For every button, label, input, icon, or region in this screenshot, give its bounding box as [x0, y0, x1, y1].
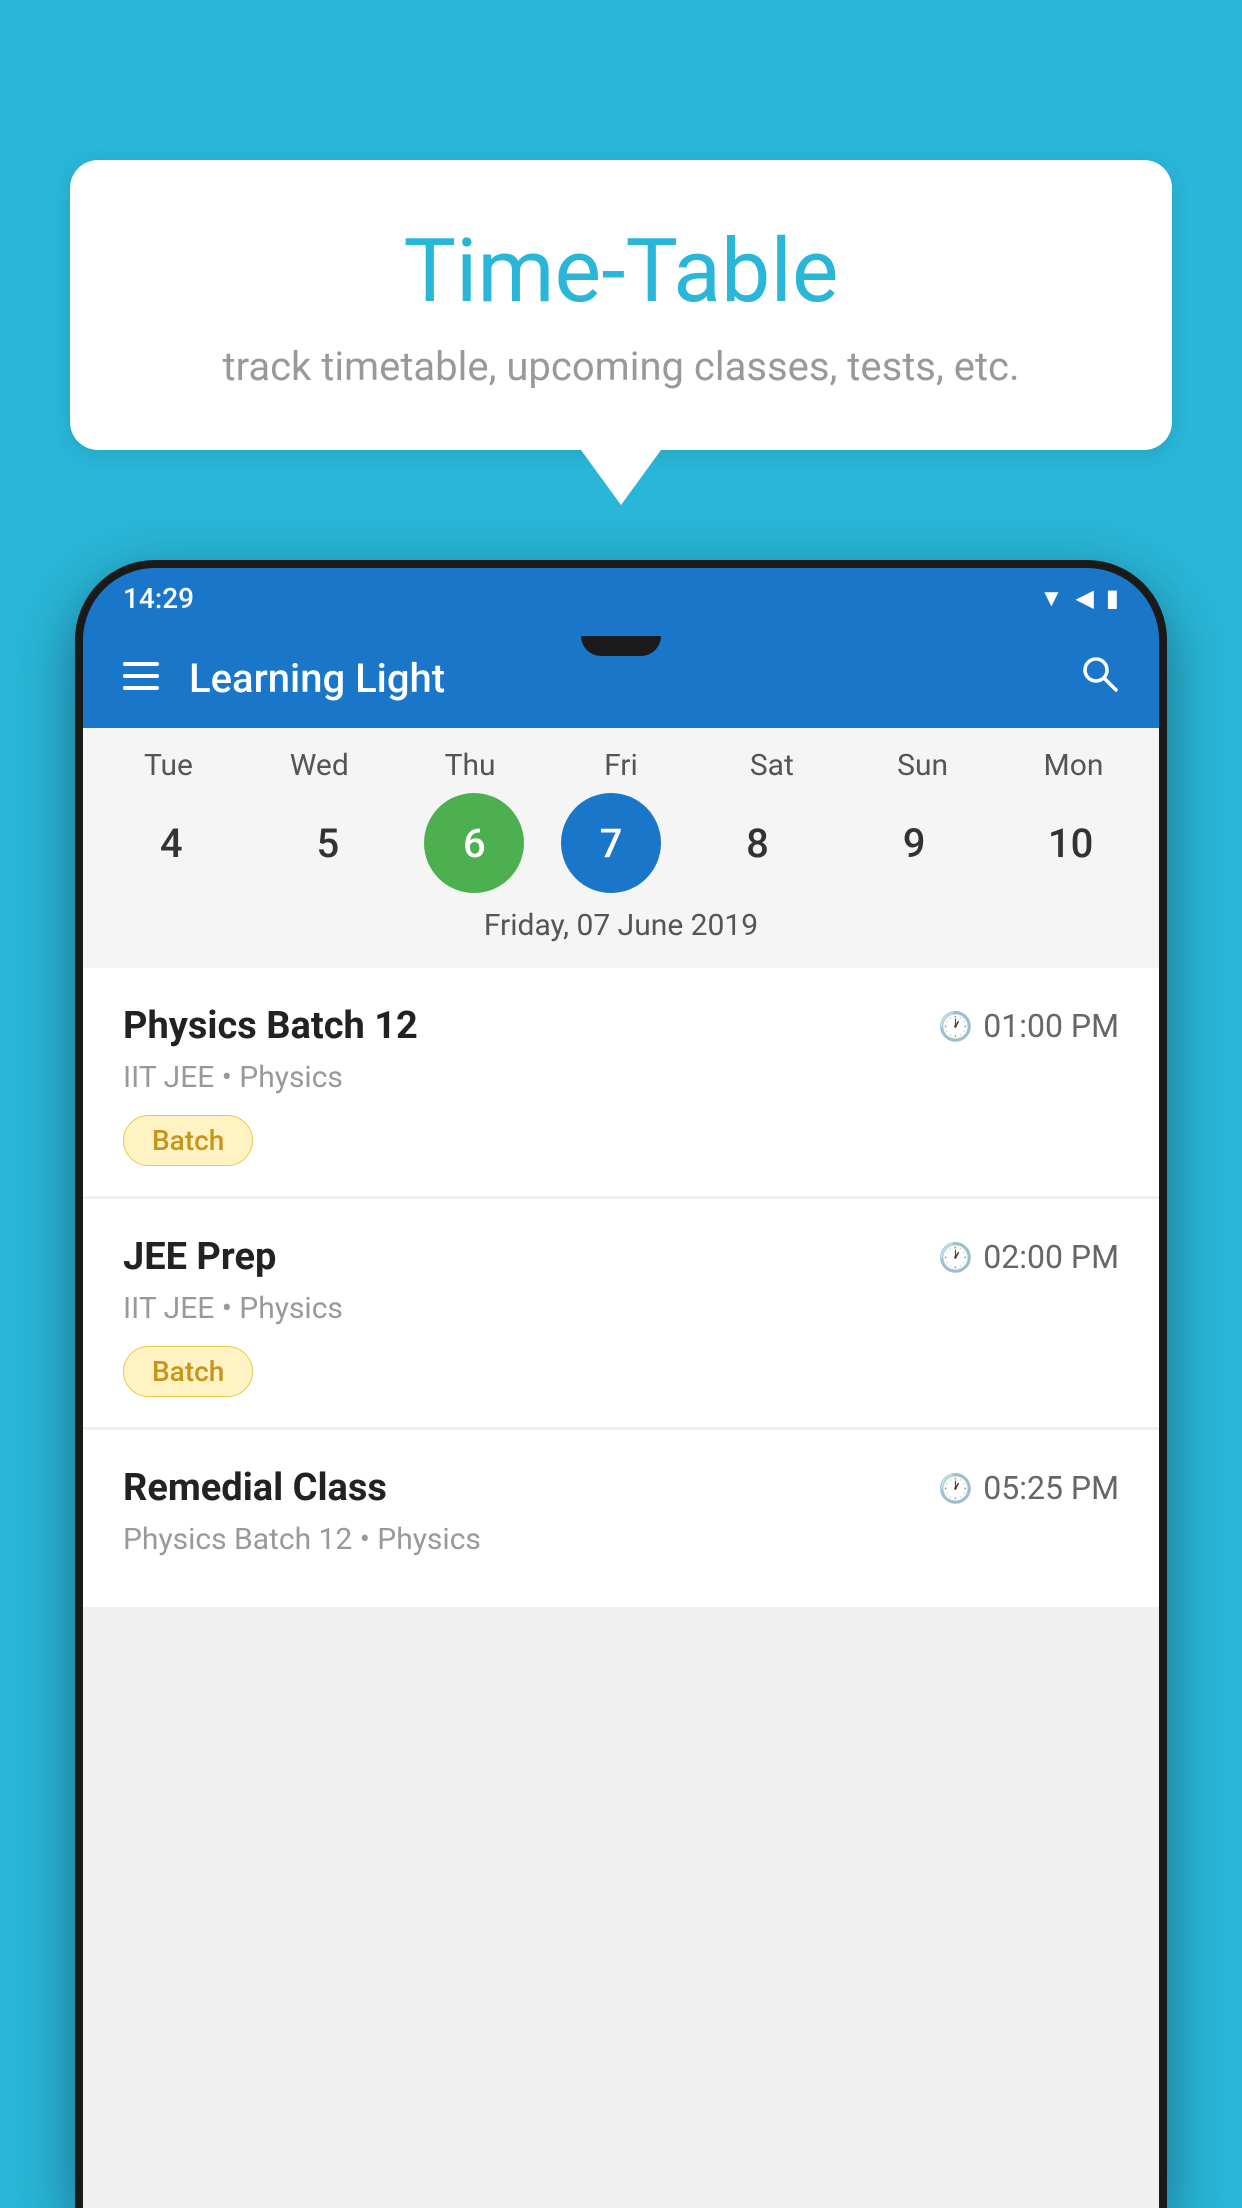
day-fri: Fri [561, 748, 681, 783]
wifi-icon: ▼ [1040, 584, 1064, 613]
schedule-item-1-subtitle: IIT JEE • Physics [123, 1060, 1119, 1095]
date-9[interactable]: 9 [854, 793, 974, 893]
time-value-2: 02:00 PM [983, 1238, 1119, 1276]
day-mon: Mon [1013, 748, 1133, 783]
date-8[interactable]: 8 [698, 793, 818, 893]
speech-bubble-title: Time-Table [150, 220, 1092, 323]
speech-bubble: Time-Table track timetable, upcoming cla… [70, 160, 1172, 450]
date-6[interactable]: 6 [424, 793, 524, 893]
speech-bubble-tail [581, 450, 661, 505]
battery-icon: ▮ [1106, 584, 1119, 612]
calendar-days-header: Tue Wed Thu Fri Sat Sun Mon [83, 748, 1159, 783]
hamburger-menu-icon[interactable] [123, 660, 159, 696]
schedule-item-3-time: 🕐 05:25 PM [938, 1469, 1119, 1507]
time-value-1: 01:00 PM [983, 1007, 1119, 1045]
day-sat: Sat [712, 748, 832, 783]
phone-inner: 14:29 ▼ ◀ ▮ [83, 568, 1159, 2208]
schedule-item-1[interactable]: Physics Batch 12 🕐 01:00 PM IIT JEE • Ph… [83, 968, 1159, 1196]
calendar-dates-row: 4 5 6 7 8 9 10 [83, 793, 1159, 893]
status-icons: ▼ ◀ ▮ [1040, 584, 1119, 613]
schedule-item-2[interactable]: JEE Prep 🕐 02:00 PM IIT JEE • Physics Ba… [83, 1199, 1159, 1427]
screen-content: Tue Wed Thu Fri Sat Sun Mon 4 5 6 [83, 728, 1159, 2208]
speech-bubble-subtitle: track timetable, upcoming classes, tests… [150, 343, 1092, 390]
selected-date-label: Friday, 07 June 2019 [83, 908, 1159, 958]
schedule-item-3[interactable]: Remedial Class 🕐 05:25 PM Physics Batch … [83, 1430, 1159, 1607]
calendar-strip: Tue Wed Thu Fri Sat Sun Mon 4 5 6 [83, 728, 1159, 968]
time-value-3: 05:25 PM [983, 1469, 1119, 1507]
phone-mockup: 14:29 ▼ ◀ ▮ [75, 560, 1167, 2208]
search-icon[interactable] [1079, 653, 1119, 703]
day-wed: Wed [259, 748, 379, 783]
phone-screen: 14:29 ▼ ◀ ▮ [83, 568, 1159, 2208]
schedule-list: Physics Batch 12 🕐 01:00 PM IIT JEE • Ph… [83, 968, 1159, 2208]
schedule-item-2-header: JEE Prep 🕐 02:00 PM [123, 1235, 1119, 1279]
clock-icon-3: 🕐 [938, 1472, 973, 1505]
schedule-item-1-header: Physics Batch 12 🕐 01:00 PM [123, 1004, 1119, 1048]
schedule-item-3-subtitle: Physics Batch 12 • Physics [123, 1522, 1119, 1557]
schedule-item-2-time: 🕐 02:00 PM [938, 1238, 1119, 1276]
phone-frame: 14:29 ▼ ◀ ▮ [75, 560, 1167, 2208]
batch-badge-1: Batch [123, 1115, 253, 1166]
schedule-item-2-subtitle: IIT JEE • Physics [123, 1291, 1119, 1326]
schedule-item-3-header: Remedial Class 🕐 05:25 PM [123, 1466, 1119, 1510]
phone-notch [581, 636, 661, 656]
status-time: 14:29 [123, 582, 194, 615]
date-5[interactable]: 5 [268, 793, 388, 893]
status-bar: 14:29 ▼ ◀ ▮ [83, 568, 1159, 628]
speech-bubble-section: Time-Table track timetable, upcoming cla… [70, 160, 1172, 505]
day-sun: Sun [863, 748, 983, 783]
schedule-item-3-title: Remedial Class [123, 1466, 387, 1510]
schedule-item-1-title: Physics Batch 12 [123, 1004, 418, 1048]
schedule-item-2-title: JEE Prep [123, 1235, 276, 1279]
schedule-item-1-time: 🕐 01:00 PM [938, 1007, 1119, 1045]
date-4[interactable]: 4 [111, 793, 231, 893]
clock-icon-1: 🕐 [938, 1010, 973, 1043]
signal-icon: ◀ [1075, 584, 1093, 612]
date-7[interactable]: 7 [561, 793, 661, 893]
app-bar-title: Learning Light [189, 655, 1079, 702]
day-tue: Tue [108, 748, 228, 783]
clock-icon-2: 🕐 [938, 1241, 973, 1274]
batch-badge-2: Batch [123, 1346, 253, 1397]
date-10[interactable]: 10 [1011, 793, 1131, 893]
day-thu: Thu [410, 748, 530, 783]
